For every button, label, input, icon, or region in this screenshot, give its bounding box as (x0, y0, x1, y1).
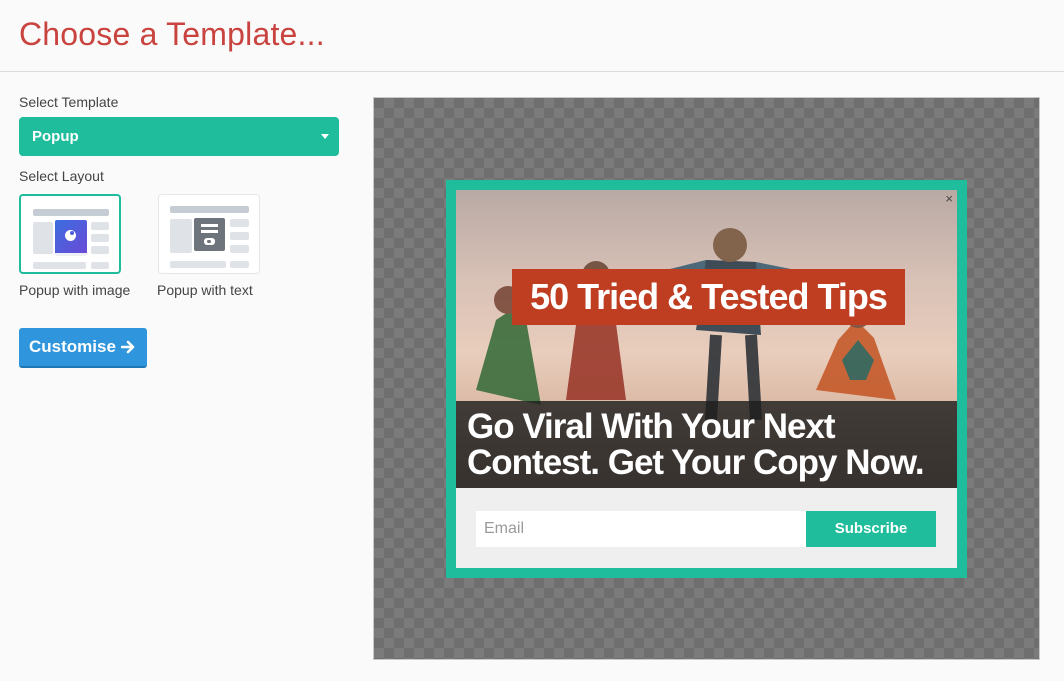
layout-thumb-bar (230, 232, 249, 240)
subscribe-button[interactable]: Subscribe (806, 511, 936, 547)
select-layout-label: Select Layout (19, 168, 104, 184)
layout-thumb-bar (91, 262, 109, 269)
email-input[interactable] (476, 511, 806, 547)
layout-thumb-bar (170, 261, 226, 268)
layout-thumb-bar (230, 219, 249, 227)
layout-thumb-bar (33, 222, 53, 254)
image-icon (55, 220, 87, 256)
caret-down-icon (321, 134, 329, 139)
page-title: Choose a Template... (19, 16, 325, 52)
select-template-label: Select Template (19, 94, 119, 110)
layout-thumb-bar (170, 219, 192, 253)
headline-banner: 50 Tried & Tested Tips (512, 269, 905, 325)
subheadline-banner: Go Viral With Your Next Contest. Get You… (456, 401, 957, 488)
arrow-right-icon (121, 340, 135, 354)
layout-thumb-bar (91, 234, 109, 242)
layout-thumb-bar (230, 245, 249, 253)
text-icon (194, 218, 225, 251)
customise-button[interactable]: Customise (19, 328, 147, 368)
subscribe-form: Subscribe (476, 511, 936, 547)
subheadline-line-1: Go Viral With Your Next (467, 407, 836, 446)
subheadline-line-2: Contest. Get Your Copy Now. (467, 443, 925, 482)
layout-caption-text: Popup with text (157, 282, 253, 298)
layout-thumb-bar (33, 209, 109, 216)
layout-thumb-bar (33, 262, 86, 269)
close-icon[interactable]: × (945, 191, 953, 206)
layout-option-popup-with-image[interactable] (19, 194, 121, 274)
customise-button-label: Customise (29, 337, 116, 356)
hero-image: × 50 Tried & Tested Tips Go Viral With Y… (456, 190, 957, 488)
template-preview: × 50 Tried & Tested Tips Go Viral With Y… (373, 97, 1040, 660)
layout-thumb-bar (91, 222, 109, 230)
template-select-value: Popup (32, 128, 79, 145)
layout-thumb-bar (91, 246, 109, 254)
layout-option-popup-with-text[interactable] (158, 194, 260, 274)
layout-caption-image: Popup with image (19, 282, 131, 298)
layout-thumb-bar (170, 206, 249, 213)
popup-body: × 50 Tried & Tested Tips Go Viral With Y… (456, 190, 957, 568)
template-select[interactable]: Popup (19, 117, 339, 156)
page-header: Choose a Template... (0, 0, 1064, 72)
popup-preview: × 50 Tried & Tested Tips Go Viral With Y… (446, 180, 967, 578)
layout-thumb-bar (230, 261, 249, 268)
